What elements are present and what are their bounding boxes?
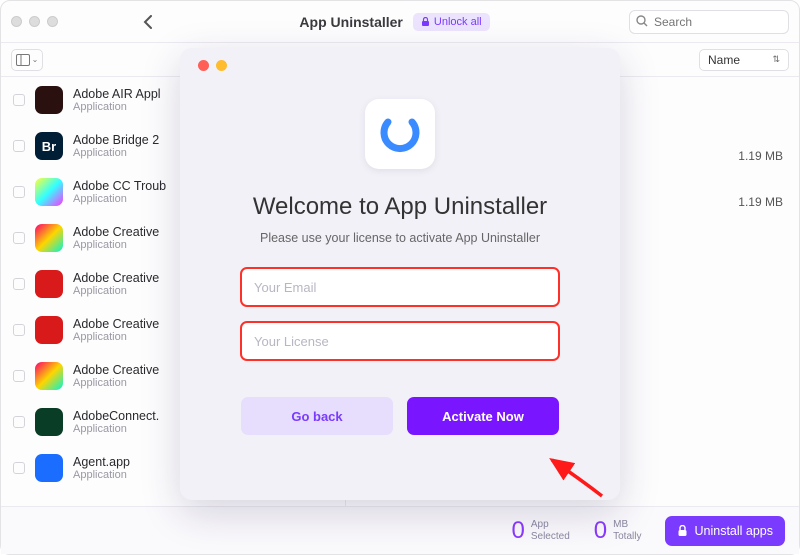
app-name: Adobe Creative bbox=[73, 363, 159, 377]
dialog-window-controls bbox=[198, 60, 227, 71]
app-checkbox[interactable] bbox=[13, 232, 25, 244]
app-sub: Application bbox=[73, 193, 166, 205]
app-icon bbox=[35, 270, 63, 298]
total-label: MB Totally bbox=[613, 519, 641, 542]
view-toggle-button[interactable]: ⌄ bbox=[11, 49, 43, 71]
unlock-all-label: Unlock all bbox=[434, 16, 482, 28]
uninstall-button[interactable]: Uninstall apps bbox=[665, 516, 785, 546]
back-button[interactable] bbox=[136, 10, 160, 34]
selected-count: 0 bbox=[511, 517, 524, 545]
app-checkbox[interactable] bbox=[13, 370, 25, 382]
app-name: Adobe Bridge 2 bbox=[73, 133, 159, 147]
lock-icon bbox=[677, 525, 688, 537]
dialog-minimize-button[interactable] bbox=[216, 60, 227, 71]
titlebar: App Uninstaller Unlock all bbox=[1, 1, 799, 43]
app-name: Adobe Creative bbox=[73, 271, 159, 285]
app-text: AdobeConnect.Application bbox=[73, 409, 159, 435]
app-text: Adobe CreativeApplication bbox=[73, 271, 159, 297]
app-checkbox[interactable] bbox=[13, 278, 25, 290]
activation-dialog: Welcome to App Uninstaller Please use yo… bbox=[180, 48, 620, 500]
dialog-button-row: Go back Activate Now bbox=[241, 397, 559, 435]
title-center: App Uninstaller Unlock all bbox=[168, 13, 621, 31]
app-sub: Application bbox=[73, 331, 159, 343]
app-name: Agent.app bbox=[73, 455, 130, 469]
app-name: Adobe Creative bbox=[73, 225, 159, 239]
app-icon bbox=[35, 454, 63, 482]
sort-select-label: Name bbox=[708, 53, 740, 67]
app-sub: Application bbox=[73, 147, 159, 159]
selected-label: App Selected bbox=[531, 519, 570, 542]
window-title: App Uninstaller bbox=[299, 14, 402, 30]
app-icon bbox=[35, 178, 63, 206]
app-sub: Application bbox=[73, 377, 159, 389]
app-checkbox[interactable] bbox=[13, 94, 25, 106]
app-text: Adobe CC TroubApplication bbox=[73, 179, 166, 205]
unlock-all-button[interactable]: Unlock all bbox=[413, 13, 490, 31]
uninstall-label: Uninstall apps bbox=[694, 524, 773, 538]
app-sub: Application bbox=[73, 469, 130, 481]
app-checkbox[interactable] bbox=[13, 462, 25, 474]
app-text: Adobe CreativeApplication bbox=[73, 317, 159, 343]
detail-size: 1.19 MB bbox=[738, 149, 783, 163]
dialog-close-button[interactable] bbox=[198, 60, 209, 71]
close-window-button[interactable] bbox=[11, 16, 22, 27]
minimize-window-button[interactable] bbox=[29, 16, 40, 27]
activate-now-button[interactable]: Activate Now bbox=[407, 397, 559, 435]
total-count: 0 bbox=[594, 517, 607, 545]
app-text: Adobe Bridge 2Application bbox=[73, 133, 159, 159]
app-text: Adobe CreativeApplication bbox=[73, 363, 159, 389]
dialog-title: Welcome to App Uninstaller bbox=[253, 193, 547, 221]
stat-total: 0 MB Totally bbox=[594, 517, 642, 545]
app-icon bbox=[35, 86, 63, 114]
app-icon: Br bbox=[35, 132, 63, 160]
app-icon bbox=[35, 408, 63, 436]
chevron-left-icon bbox=[143, 15, 153, 29]
app-icon bbox=[35, 362, 63, 390]
app-text: Agent.appApplication bbox=[73, 455, 130, 481]
detail-size: 1.19 MB bbox=[738, 195, 783, 209]
stat-selected: 0 App Selected bbox=[511, 517, 569, 545]
email-input[interactable] bbox=[240, 267, 560, 307]
app-name: Adobe CC Troub bbox=[73, 179, 166, 193]
app-checkbox[interactable] bbox=[13, 416, 25, 428]
uninstaller-logo-icon bbox=[378, 112, 422, 156]
chevron-down-icon: ⌄ bbox=[32, 55, 39, 64]
app-sub: Application bbox=[73, 239, 159, 251]
window-controls bbox=[11, 16, 58, 27]
app-name: Adobe Creative bbox=[73, 317, 159, 331]
app-checkbox[interactable] bbox=[13, 140, 25, 152]
search-icon bbox=[635, 14, 649, 33]
app-checkbox[interactable] bbox=[13, 186, 25, 198]
app-logo bbox=[365, 99, 435, 169]
app-checkbox[interactable] bbox=[13, 324, 25, 336]
app-name: AdobeConnect. bbox=[73, 409, 159, 423]
app-icon bbox=[35, 316, 63, 344]
go-back-button[interactable]: Go back bbox=[241, 397, 393, 435]
app-name: Adobe AIR Appl bbox=[73, 87, 161, 101]
lock-icon bbox=[421, 17, 430, 27]
maximize-window-button[interactable] bbox=[47, 16, 58, 27]
sort-select[interactable]: Name ⇅ bbox=[699, 49, 789, 71]
app-icon bbox=[35, 224, 63, 252]
search-input[interactable] bbox=[629, 10, 789, 34]
sidebar-toggle-icon bbox=[16, 54, 30, 66]
updown-icon: ⇅ bbox=[772, 54, 780, 65]
search-wrap bbox=[629, 10, 789, 34]
app-sub: Application bbox=[73, 285, 159, 297]
license-input[interactable] bbox=[240, 321, 560, 361]
app-text: Adobe CreativeApplication bbox=[73, 225, 159, 251]
dialog-subtitle: Please use your license to activate App … bbox=[260, 231, 540, 245]
app-sub: Application bbox=[73, 101, 161, 113]
footer: 0 App Selected 0 MB Totally Uninstall ap… bbox=[1, 506, 799, 554]
app-text: Adobe AIR ApplApplication bbox=[73, 87, 161, 113]
app-sub: Application bbox=[73, 423, 159, 435]
